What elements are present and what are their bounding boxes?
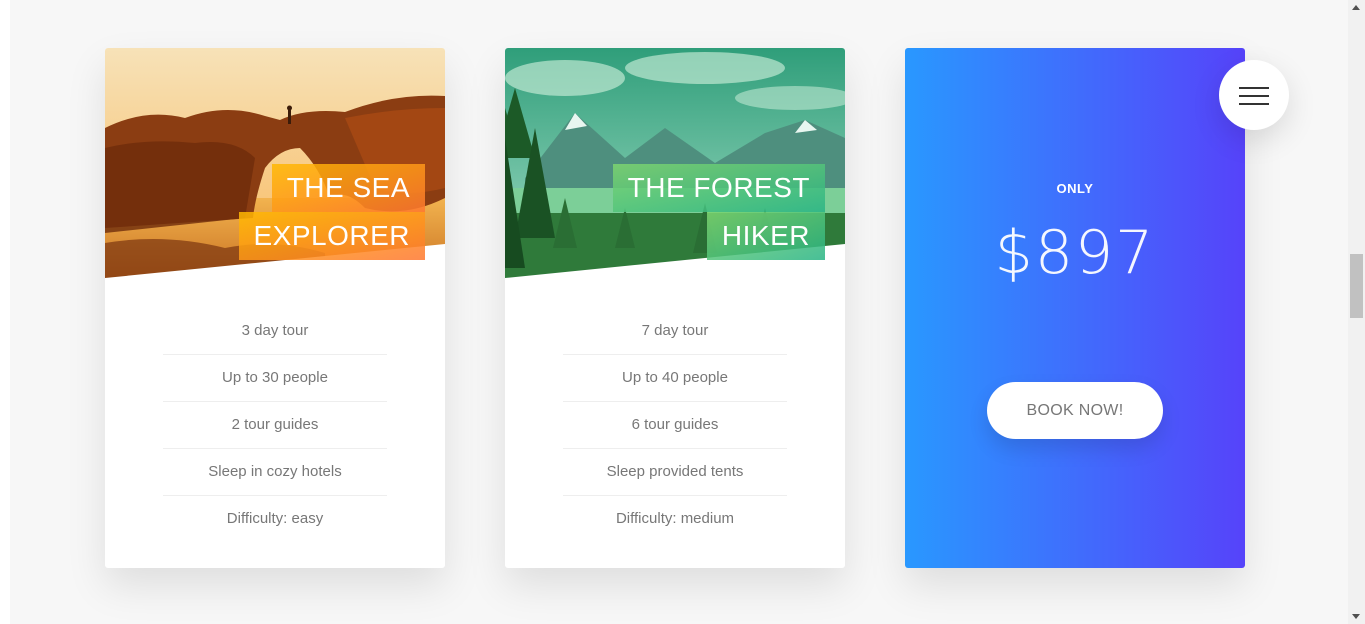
price-card: ONLY $897 BOOK NOW! [905,48,1245,568]
feature-list: 3 day tour Up to 30 people 2 tour guides… [163,308,387,542]
card-heading: THE SEA EXPLORER [238,164,425,260]
feature-item: 3 day tour [163,308,387,355]
price-value: $897 [994,218,1156,288]
page-left-margin [0,0,10,624]
feature-item: 6 tour guides [563,402,787,449]
only-label: ONLY [1056,181,1094,196]
tour-card-sea-explorer: THE SEA EXPLORER 3 day tour Up to 30 peo… [105,48,445,568]
feature-item: Up to 30 people [163,355,387,402]
card-title-line-2: EXPLORER [238,212,425,260]
book-now-button[interactable]: BOOK NOW! [987,382,1163,439]
card-title-line-1: THE SEA [271,164,425,212]
tour-card-forest-hiker: THE FOREST HIKER 7 day tour Up to 40 peo… [505,48,845,568]
card-heading: THE FOREST HIKER [612,164,825,260]
card-title-line-1: THE FOREST [612,164,825,212]
feature-item: Difficulty: medium [615,510,735,527]
menu-button[interactable] [1219,60,1289,130]
card-title-line-2: HIKER [706,212,825,260]
scroll-thumb[interactable] [1350,254,1363,318]
feature-list: 7 day tour Up to 40 people 6 tour guides… [563,308,787,542]
feature-item: Up to 40 people [563,355,787,402]
vertical-scrollbar[interactable] [1348,0,1365,624]
feature-item: 2 tour guides [163,402,387,449]
feature-item: 7 day tour [563,308,787,355]
feature-item: Difficulty: easy [226,510,324,527]
scroll-up-arrow-icon[interactable] [1352,5,1360,10]
feature-item: Sleep in cozy hotels [163,449,387,496]
feature-item: Sleep provided tents [563,449,787,496]
scroll-down-arrow-icon[interactable] [1352,614,1360,619]
